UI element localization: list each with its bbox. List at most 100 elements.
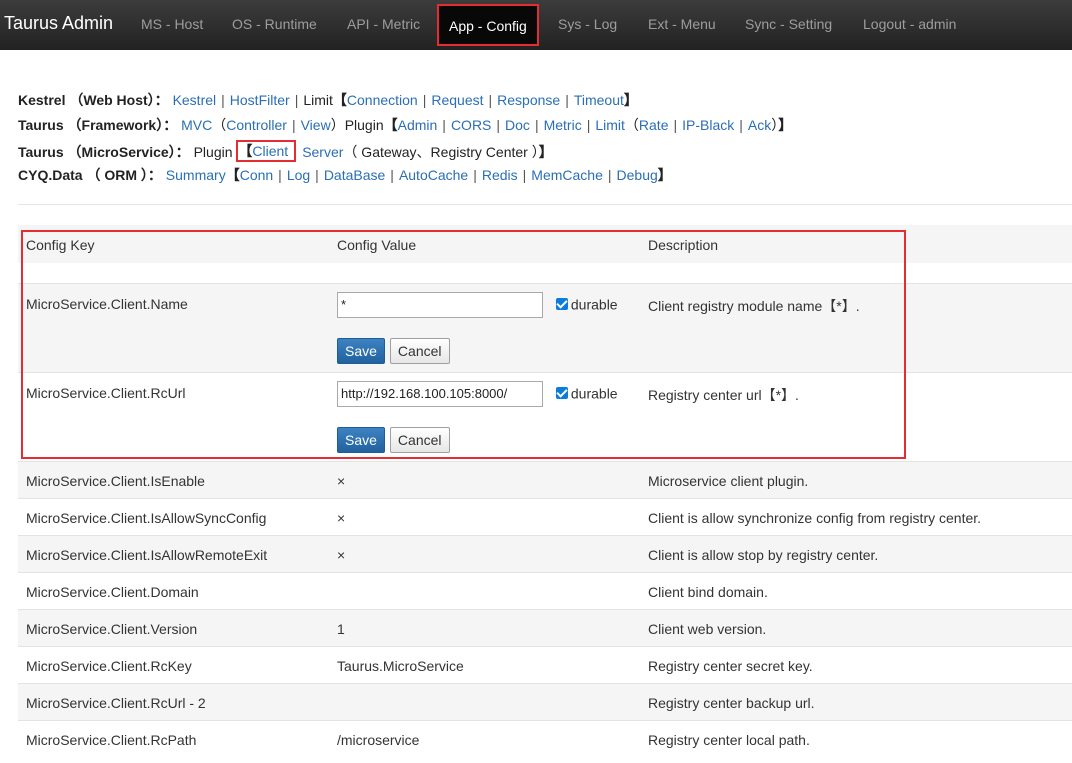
link-conn[interactable]: Conn <box>240 167 273 183</box>
config-key: MicroService.Client.IsAllowSyncConfig <box>18 497 337 535</box>
config-value-input[interactable] <box>337 380 543 407</box>
config-key: MicroService.Client.RcKey <box>18 645 337 683</box>
action-buttons: Save Cancel <box>337 337 648 364</box>
separator: | <box>442 117 446 133</box>
link-response[interactable]: Response <box>497 92 560 108</box>
config-key: MicroService.Client.RcUrl <box>18 371 337 461</box>
durable-checkbox[interactable] <box>555 387 568 399</box>
separator: | <box>522 167 527 183</box>
link-debug[interactable]: Debug <box>617 167 658 183</box>
separator: | <box>534 117 539 133</box>
link-autocache[interactable]: AutoCache <box>399 167 468 183</box>
config-description: Client is allow stop by registry center. <box>648 534 1072 572</box>
table-row-editable: MicroService.Client.RcUrl durable SaveCa… <box>18 371 1072 461</box>
config-value <box>337 682 648 720</box>
link-limit[interactable]: Limit <box>595 117 625 133</box>
microservice-group-label: Taurus （MicroService）： <box>18 144 190 160</box>
table-row: MicroService.Client.IsAllowSyncConfig × … <box>18 497 1072 535</box>
link-admin[interactable]: Admin <box>398 117 438 133</box>
top-navbar: Taurus Admin MS - Host OS - Runtime API … <box>0 0 1072 50</box>
label-limit: Limit <box>303 92 333 108</box>
separator: | <box>221 92 225 108</box>
menu-kestrel-line: Kestrel （Web Host）： Kestrel | HostFilter | L… <box>18 91 638 109</box>
link-doc[interactable]: Doc <box>505 117 530 133</box>
config-table: Config Key Config Value Description Micr… <box>18 225 1072 757</box>
save-button[interactable]: Save <box>337 426 385 453</box>
table-header-row: Config Key Config Value Description <box>18 225 1072 263</box>
header-config-value: Config Value <box>337 237 417 253</box>
divider <box>18 204 1072 205</box>
config-description: Registry center url【*】. <box>648 371 1072 461</box>
separator: | <box>422 92 427 108</box>
nav-logout[interactable]: Logout - admin <box>863 16 956 32</box>
framework-group-label: Taurus （Framework）： <box>18 117 178 133</box>
config-key: MicroService.Client.Name <box>18 282 337 372</box>
durable-label: durable <box>570 385 618 401</box>
link-redis[interactable]: Redis <box>482 167 518 183</box>
bracket-close: 】 <box>623 92 638 108</box>
client-link-highlight: 【Client <box>236 140 297 162</box>
separator: | <box>390 167 394 183</box>
paren-open: （ <box>212 117 227 133</box>
link-log[interactable]: Log <box>287 167 310 183</box>
config-value: 1 <box>337 608 648 646</box>
config-key: MicroService.Client.Domain <box>18 571 337 609</box>
nav-sync-setting[interactable]: Sync - Setting <box>745 16 832 32</box>
link-timeout[interactable]: Timeout <box>574 92 624 108</box>
link-kestrel[interactable]: Kestrel <box>173 92 217 108</box>
config-value: × <box>337 534 648 572</box>
separator: | <box>488 92 493 108</box>
table-row: MicroService.Client.Domain Client bind d… <box>18 571 1072 609</box>
link-controller[interactable]: Controller <box>226 117 287 133</box>
durable-checkbox[interactable] <box>555 298 568 310</box>
table-row: MicroService.Client.RcUrl - 2 Registry c… <box>18 682 1072 720</box>
link-summary[interactable]: Summary <box>166 167 226 183</box>
nav-sys-log[interactable]: Sys - Log <box>558 16 617 32</box>
brand-title[interactable]: Taurus Admin <box>4 13 113 34</box>
config-description: Microservice client plugin. <box>648 460 1072 498</box>
cancel-button[interactable]: Cancel <box>389 337 450 364</box>
link-memcache[interactable]: MemCache <box>531 167 603 183</box>
durable-label: durable <box>570 296 618 312</box>
cancel-button[interactable]: Cancel <box>389 426 450 453</box>
link-ack[interactable]: Ack <box>748 117 771 133</box>
link-view[interactable]: View <box>301 117 331 133</box>
label-plugin: Plugin <box>344 117 384 133</box>
link-database[interactable]: DataBase <box>324 167 385 183</box>
link-hostfilter[interactable]: HostFilter <box>230 92 290 108</box>
action-buttons: Save Cancel <box>337 426 648 453</box>
nav-app-config[interactable]: App - Config <box>437 4 539 46</box>
link-cors[interactable]: CORS <box>451 117 491 133</box>
separator: | <box>607 167 612 183</box>
config-value: Taurus.MicroService <box>337 645 648 683</box>
link-connection[interactable]: Connection <box>347 92 418 108</box>
link-client[interactable]: Client <box>252 143 288 159</box>
config-key: MicroService.Client.IsEnable <box>18 460 337 498</box>
config-value: /microservice <box>337 719 648 757</box>
save-button[interactable]: Save <box>337 337 385 364</box>
bracket-open: 【 <box>225 167 240 183</box>
link-mvc[interactable]: MVC <box>181 117 212 133</box>
separator: | <box>278 167 282 183</box>
table-row: MicroService.Client.IsAllowRemoteExit × … <box>18 534 1072 572</box>
link-rate[interactable]: Rate <box>639 117 669 133</box>
table-row: MicroService.Client.Version 1 Client web… <box>18 608 1072 646</box>
menu-framework-line: Taurus （Framework）： MVC（Controller | View）… <box>18 116 792 134</box>
nav-api-metric[interactable]: API - Metric <box>347 16 420 32</box>
link-ip-black[interactable]: IP-Black <box>682 117 734 133</box>
config-description: Client bind domain. <box>648 571 1072 609</box>
value-editor: durable <box>337 291 648 318</box>
paren-open: （ <box>624 117 639 133</box>
nav-ext-menu[interactable]: Ext - Menu <box>648 16 716 32</box>
separator: | <box>294 92 299 108</box>
link-request[interactable]: Request <box>431 92 483 108</box>
nav-os-runtime[interactable]: OS - Runtime <box>232 16 317 32</box>
config-description: Registry center secret key. <box>648 645 1072 683</box>
config-value-input[interactable] <box>337 291 543 318</box>
bracket-close: 】 <box>538 144 553 160</box>
nav-ms-host[interactable]: MS - Host <box>141 16 203 32</box>
link-metric[interactable]: Metric <box>544 117 582 133</box>
link-server[interactable]: Server <box>302 144 343 160</box>
separator: | <box>496 117 501 133</box>
menu-orm-line: CYQ.Data （ ORM ）： Summary【Conn | Log | DataB… <box>18 166 672 184</box>
